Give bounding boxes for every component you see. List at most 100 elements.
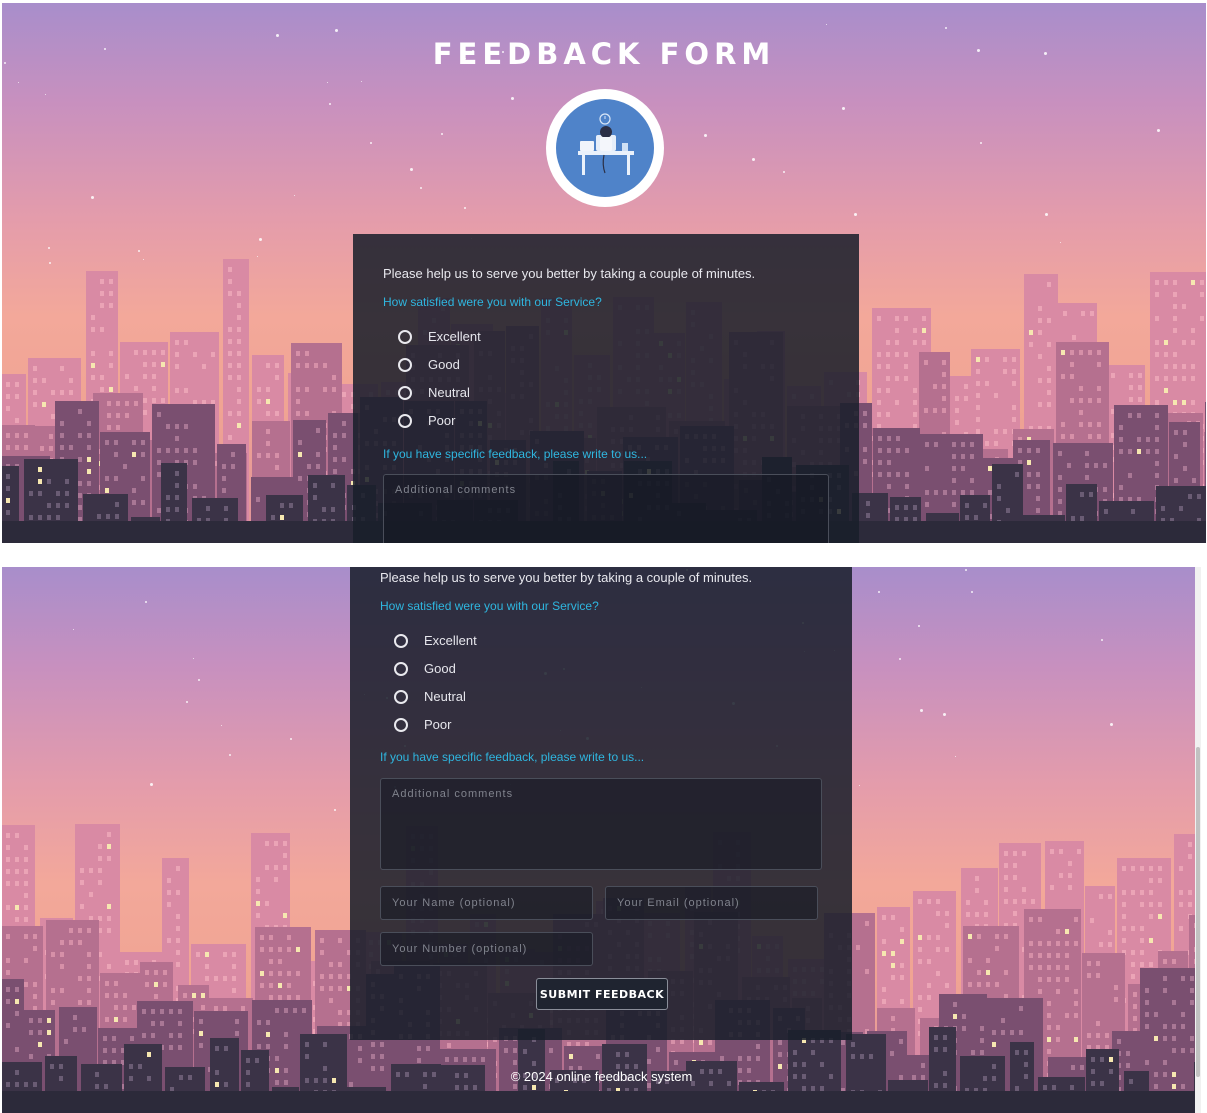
- building-window: [257, 387, 261, 392]
- building-window: [184, 424, 188, 429]
- building-window: [114, 440, 118, 445]
- building-window: [1070, 398, 1074, 403]
- radio-icon[interactable]: [398, 413, 412, 428]
- building-window: [123, 993, 127, 998]
- building-window: [176, 950, 180, 955]
- building-window: [265, 901, 269, 906]
- building-window: [1070, 350, 1074, 355]
- building-window: [1140, 938, 1144, 943]
- building-window: [228, 327, 232, 332]
- building-window: [1155, 316, 1159, 321]
- building-window: [1155, 292, 1159, 297]
- building-window: [107, 832, 111, 837]
- building-window: [266, 363, 270, 368]
- building-window: [976, 357, 980, 362]
- building-window: [1047, 1013, 1051, 1018]
- option-good[interactable]: Good: [398, 357, 460, 372]
- building-window: [73, 1027, 77, 1032]
- building-window: [1001, 1018, 1005, 1023]
- building-window: [143, 350, 147, 355]
- building-window: [316, 428, 320, 433]
- building-window: [231, 464, 235, 469]
- building-window: [237, 351, 241, 356]
- building-window: [293, 1008, 297, 1013]
- building-window: [886, 412, 890, 417]
- building-window: [1173, 292, 1177, 297]
- building-window: [966, 900, 970, 905]
- option-excellent[interactable]: Excellent: [398, 329, 481, 344]
- building-window: [15, 833, 19, 838]
- option-poor[interactable]: Poor: [398, 413, 455, 428]
- building-window: [314, 363, 318, 368]
- building-window: [109, 303, 113, 308]
- radio-icon[interactable]: [398, 385, 412, 400]
- building-window: [1058, 499, 1062, 504]
- building-window: [298, 452, 302, 457]
- building-window: [237, 387, 241, 392]
- building-window: [1079, 410, 1083, 415]
- building-window: [968, 934, 972, 939]
- building-window: [223, 952, 227, 957]
- building-window: [338, 962, 342, 967]
- radio-icon[interactable]: [398, 329, 412, 344]
- building-window: [977, 970, 981, 975]
- building-window: [224, 1046, 228, 1051]
- building-window: [1056, 929, 1060, 934]
- building-window: [106, 514, 110, 519]
- building-window: [945, 911, 949, 916]
- building-window: [1122, 890, 1126, 895]
- building-window: [33, 982, 37, 987]
- building-window: [1145, 988, 1149, 993]
- building-window: [1128, 413, 1132, 418]
- building-window: [1182, 376, 1186, 381]
- building-window: [1019, 1030, 1023, 1035]
- building-window: [945, 947, 949, 952]
- building-window: [927, 995, 931, 1000]
- building-window: [913, 328, 917, 333]
- building-window: [942, 384, 946, 389]
- building-window: [1119, 425, 1123, 430]
- building-window: [995, 946, 999, 951]
- building-window: [793, 1050, 797, 1055]
- building-window: [56, 491, 60, 496]
- building-window: [80, 880, 84, 885]
- building-window: [280, 515, 284, 520]
- building-window: [933, 384, 937, 389]
- building-window: [820, 1062, 824, 1067]
- building-window: [1149, 902, 1153, 907]
- radio-icon[interactable]: [398, 357, 412, 372]
- building-window: [283, 865, 287, 870]
- building-window: [1179, 890, 1183, 895]
- building-window: [169, 1009, 173, 1014]
- building-window: [976, 405, 980, 410]
- building-window: [15, 905, 19, 910]
- building-window: [157, 460, 161, 465]
- building-window: [51, 988, 55, 993]
- building-window: [78, 457, 82, 462]
- building-window: [199, 1043, 203, 1048]
- building-window: [134, 350, 138, 355]
- building-window: [1097, 350, 1101, 355]
- building-window: [6, 833, 10, 838]
- building-window: [6, 394, 10, 399]
- building-window: [1096, 1033, 1100, 1038]
- building-window: [927, 899, 931, 904]
- building-window: [549, 1048, 553, 1053]
- building-window: [141, 440, 145, 445]
- building-window: [104, 1084, 108, 1089]
- comments-textarea[interactable]: [383, 474, 829, 543]
- building-window: [134, 386, 138, 391]
- option-neutral[interactable]: Neutral: [398, 385, 470, 400]
- building-window: [977, 934, 981, 939]
- building-window: [371, 1042, 375, 1047]
- building-window: [1181, 1084, 1185, 1089]
- building-window: [33, 946, 37, 951]
- building-window: [1004, 899, 1008, 904]
- building-window: [166, 448, 170, 453]
- building-window: [1080, 492, 1084, 497]
- building-window: [1155, 340, 1159, 345]
- building-window: [1065, 929, 1069, 934]
- building-window: [1155, 425, 1159, 430]
- building-window: [513, 1060, 517, 1065]
- building-window: [1097, 434, 1101, 439]
